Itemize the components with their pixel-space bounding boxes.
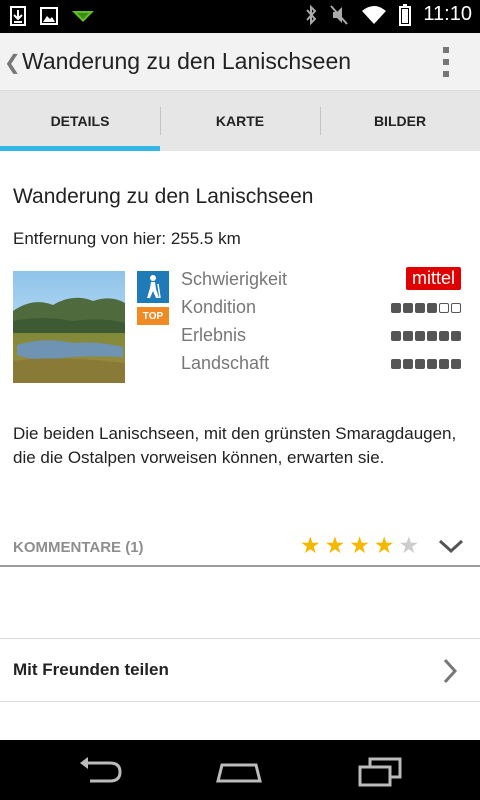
recent-apps-icon[interactable]: [356, 755, 404, 787]
landscape-rating: [391, 359, 461, 369]
tab-bilder-label: BILDER: [373, 113, 427, 129]
star-filled-icon: ★: [373, 532, 395, 558]
rating-square-filled: [439, 359, 449, 369]
image-icon: [40, 7, 58, 25]
route-photo-image: [13, 271, 125, 383]
comments-section[interactable]: KOMMENTARE (1) ★ ★ ★ ★ ★: [0, 529, 480, 567]
rating-square-empty: [439, 303, 449, 313]
landscape-label: Landschaft: [181, 353, 270, 373]
battery-icon: [399, 3, 412, 26]
mute-icon: [330, 4, 349, 25]
rating-square-filled: [391, 331, 401, 341]
rating-square-filled: [403, 331, 413, 341]
status-time: 11:10: [423, 3, 472, 25]
rating-square-filled: [415, 303, 425, 313]
chevron-right-icon: [443, 658, 458, 684]
condition-label: Kondition: [181, 297, 257, 317]
rating-square-filled: [403, 303, 413, 313]
status-bar-system: 11:10: [305, 3, 472, 26]
difficulty-badge: mittel: [405, 267, 461, 290]
share-label: Mit Freunden teilen: [13, 660, 169, 679]
rating-square-empty: [451, 303, 461, 313]
wifi-icon: [362, 5, 387, 24]
rating-square-filled: [415, 331, 425, 341]
home-nav-icon[interactable]: [214, 755, 264, 787]
condition-rating: [391, 303, 461, 313]
action-bar: ❮ Wanderung zu den Lanischseen: [0, 33, 480, 91]
tab-karte[interactable]: KARTE: [160, 91, 320, 151]
tab-bilder[interactable]: BILDER: [320, 91, 480, 151]
navigation-bar: [0, 740, 480, 800]
route-description: Die beiden Lanischseen, mit den grünsten…: [13, 424, 457, 467]
chevron-down-icon[interactable]: [438, 537, 464, 555]
star-filled-icon: ★: [300, 532, 321, 558]
rating-square-filled: [391, 359, 401, 369]
route-heading: Wanderung zu den Lanischseen: [13, 185, 314, 208]
overflow-menu-icon[interactable]: [442, 47, 450, 77]
star-empty-icon: ★: [398, 532, 420, 558]
status-bar-notifications: [10, 6, 94, 26]
back-nav-icon[interactable]: [76, 755, 124, 787]
bluetooth-icon: [306, 4, 317, 25]
rating-square-filled: [427, 331, 437, 341]
rating-square-filled: [427, 303, 437, 313]
tab-details[interactable]: DETAILS: [0, 91, 160, 151]
tab-bar: DETAILS KARTE BILDER: [0, 91, 480, 151]
page-title[interactable]: Wanderung zu den Lanischseen: [22, 48, 351, 75]
distance-text: Entfernung von hier: 255.5 km: [13, 229, 241, 248]
comments-label: KOMMENTARE (1): [13, 539, 144, 556]
details-content[interactable]: Wanderung zu den Lanischseen Entfernung …: [0, 151, 480, 740]
difficulty-label: Schwierigkeit: [181, 269, 288, 289]
rating-square-filled: [451, 359, 461, 369]
rating-square-filled: [391, 303, 401, 313]
hiking-icon: [137, 271, 169, 303]
top-badge: TOP: [137, 307, 169, 325]
share-with-friends-row[interactable]: Mit Freunden teilen: [0, 638, 480, 702]
rating-square-filled: [439, 331, 449, 341]
download-icon: [10, 6, 26, 26]
app-notification-icon: [72, 11, 94, 22]
rating-square-filled: [415, 359, 425, 369]
experience-label: Erlebnis: [181, 325, 247, 345]
star-filled-icon: ★: [324, 532, 346, 558]
tab-details-label: DETAILS: [50, 113, 110, 129]
rating-square-filled: [451, 331, 461, 341]
chevron-left-icon[interactable]: ❮: [4, 50, 21, 75]
rating-square-filled: [403, 359, 413, 369]
tab-karte-label: KARTE: [215, 113, 265, 129]
experience-rating: [391, 331, 461, 341]
rating-square-filled: [427, 359, 437, 369]
route-photo[interactable]: [13, 271, 125, 383]
comments-star-rating: ★ ★ ★ ★ ★: [300, 532, 419, 559]
status-bar: 11:10: [0, 0, 480, 33]
star-filled-icon: ★: [349, 532, 370, 558]
